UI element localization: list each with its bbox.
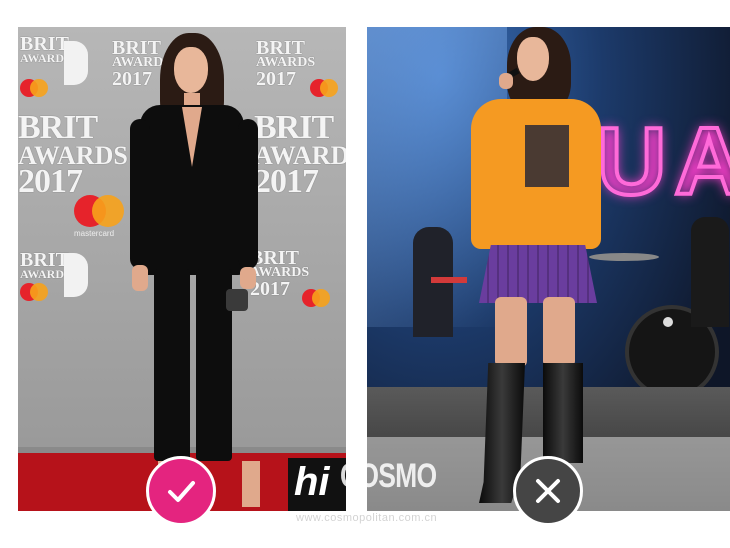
mastercard-label: mastercard xyxy=(74,229,115,238)
check-icon xyxy=(168,481,195,502)
mastercard-icon xyxy=(74,195,124,227)
pleated-skirt xyxy=(479,245,597,303)
brit-logo: BRIT AWARDS 2017 xyxy=(256,37,316,90)
brit-logo-large: BRIT AWARDS 2017 xyxy=(254,109,346,200)
mastercard-icon xyxy=(310,79,338,97)
drum-logo-icon xyxy=(663,317,673,327)
person-orange-sweatshirt xyxy=(459,27,609,511)
cosmo-watermark: COSMO xyxy=(340,457,437,495)
left-photo: BRIT AWARDS BRIT AWARDS 2017 BRIT AWARDS… xyxy=(18,27,346,511)
cross-icon xyxy=(536,479,560,503)
rejected-badge xyxy=(513,456,583,526)
hicosmo-logo-hi: hi xyxy=(294,460,330,504)
mastercard-icon xyxy=(302,289,330,307)
brit-b-logo xyxy=(64,41,88,85)
mastercard-icon xyxy=(20,79,48,97)
mastercard-icon xyxy=(20,283,48,301)
sweatshirt-graphic xyxy=(525,125,569,187)
person-black-suit xyxy=(130,33,260,511)
approved-badge xyxy=(146,456,216,526)
brit-logo-large: BRIT AWARDS 2017 xyxy=(18,109,128,200)
drummer xyxy=(691,217,729,327)
url-watermark: www.cosmopolitan.com.cn xyxy=(296,512,438,524)
neon-sign: UA xyxy=(595,106,730,217)
boot-right xyxy=(543,363,583,463)
brit-b-logo xyxy=(64,253,88,297)
right-photo: UA xyxy=(367,27,730,511)
